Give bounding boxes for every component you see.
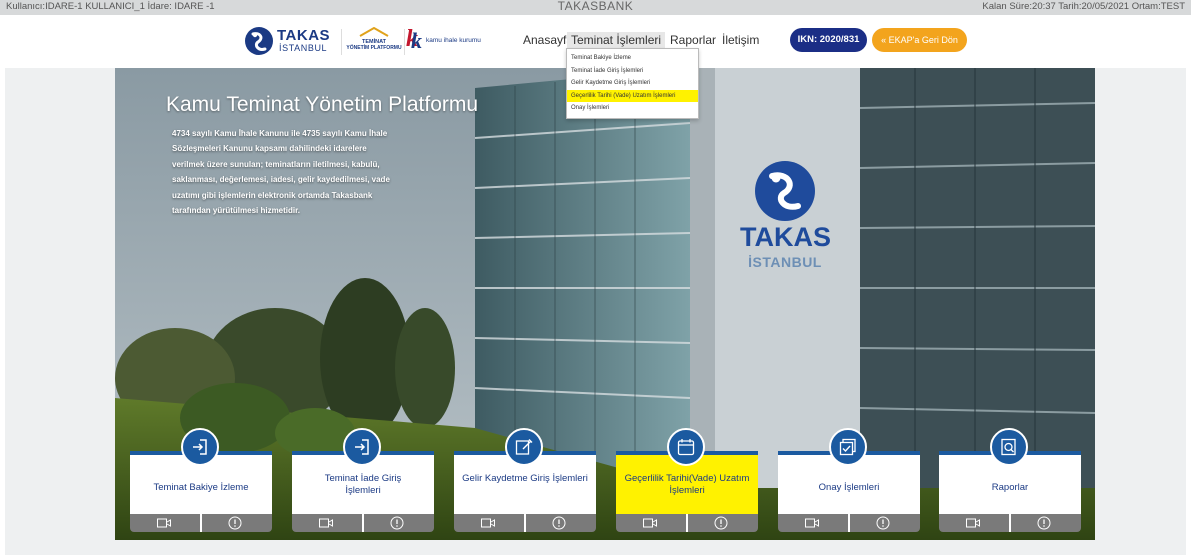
takas-istanbul-logo[interactable]: TAKAS İSTANBUL xyxy=(244,26,336,58)
kik-logo-k-blue: k xyxy=(411,28,422,53)
dropdown-item-teminat-iade[interactable]: Teminat İade Giriş İşlemleri xyxy=(567,65,698,78)
kik-logo-text: kamu ihale kurumu xyxy=(426,37,481,44)
card-icon-circle xyxy=(343,428,381,466)
calendar-icon xyxy=(677,439,695,456)
bar-divider xyxy=(686,514,688,532)
bar-divider xyxy=(200,514,202,532)
card-label: Teminat İade Giriş İşlemleri xyxy=(324,473,402,496)
info-icon[interactable] xyxy=(1037,516,1051,530)
building-takas-logo: TAKAS İSTANBUL xyxy=(740,160,831,280)
dropdown-item-gelir-kaydetme[interactable]: Gelir Kaydetme Giriş İşlemleri xyxy=(567,77,698,90)
card-action-bar xyxy=(616,514,758,532)
kamu-ihale-kurumu-logo[interactable]: k k kamu ihale kurumu xyxy=(406,26,486,53)
hero-description: 4734 sayılı Kamu İhale Kanunu ile 4735 s… xyxy=(172,129,390,216)
dropdown-item-teminat-bakiye[interactable]: Teminat Bakiye İzleme xyxy=(567,52,698,65)
takas-logo-mark-icon xyxy=(755,161,815,221)
card-vade-uzatim[interactable]: Geçerlilik Tarihi(Vade) Uzatım İşlemleri xyxy=(616,428,758,532)
takas-logo-line2: İSTANBUL xyxy=(279,43,328,53)
card-label: Teminat Bakiye İzleme xyxy=(153,482,249,493)
card-action-bar xyxy=(778,514,920,532)
video-camera-icon[interactable] xyxy=(481,518,495,528)
card-teminat-bakiye[interactable]: Teminat Bakiye İzleme xyxy=(130,428,272,532)
nav-teminat-islemleri[interactable]: Teminat İşlemleri xyxy=(567,32,666,48)
logo-divider xyxy=(404,29,405,55)
takas-logo-line1: TAKAS xyxy=(277,27,331,44)
roof-icon xyxy=(359,27,389,37)
ikn-button[interactable]: IKN: 2020/831 xyxy=(790,28,867,52)
takas-logo-mark-icon xyxy=(245,27,273,55)
info-icon[interactable] xyxy=(552,516,566,530)
ekap-back-button[interactable]: « EKAP'a Geri Dön xyxy=(872,28,967,52)
status-bar: Kullanıcı:IDARE-1 KULLANICI_1 İdare: IDA… xyxy=(0,0,1191,15)
session-info: Kalan Süre:20:37 Tarih:20/05/2021 Ortam:… xyxy=(982,1,1185,12)
info-icon[interactable] xyxy=(876,516,890,530)
card-icon-circle xyxy=(667,428,705,466)
video-camera-icon[interactable] xyxy=(966,518,980,528)
card-action-bar xyxy=(130,514,272,532)
video-camera-icon[interactable] xyxy=(805,518,819,528)
nav-home[interactable]: Anasayfa xyxy=(523,33,573,47)
card-icon-circle xyxy=(505,428,543,466)
card-label: Gelir Kaydetme Giriş İşlemleri xyxy=(462,473,588,484)
card-action-bar xyxy=(454,514,596,532)
bar-divider xyxy=(848,514,850,532)
hero-title: Kamu Teminat Yönetim Platformu xyxy=(166,93,479,116)
teminat-yonetim-platformu-logo[interactable]: TEMİNAT YÖNETİM PLATFORMU xyxy=(346,25,402,57)
nav-contact[interactable]: İletişim xyxy=(722,33,759,47)
card-action-bar xyxy=(292,514,434,532)
card-teminat-iade[interactable]: Teminat İade Giriş İşlemleri xyxy=(292,428,434,532)
bar-divider xyxy=(1009,514,1011,532)
info-icon[interactable] xyxy=(390,516,404,530)
card-icon-circle xyxy=(990,428,1028,466)
dropdown-item-vade-uzatim[interactable]: Geçerlilik Tarihi (Vade) Uzatım İşlemler… xyxy=(567,89,698,102)
bar-divider xyxy=(524,514,526,532)
card-label: Geçerlilik Tarihi(Vade) Uzatım İşlemleri xyxy=(624,473,750,496)
edit-icon xyxy=(515,439,533,455)
card-icon-circle xyxy=(829,428,867,466)
card-onay[interactable]: Onay İşlemleri xyxy=(778,428,920,532)
login-arrow-icon xyxy=(193,439,207,455)
info-icon[interactable] xyxy=(714,516,728,530)
building-logo-line1: TAKAS xyxy=(740,222,831,252)
logo-divider xyxy=(341,29,342,55)
video-camera-icon[interactable] xyxy=(319,518,333,528)
info-icon[interactable] xyxy=(228,516,242,530)
typ-logo-line2: YÖNETİM PLATFORMU xyxy=(346,45,402,51)
building-logo-line2: İSTANBUL xyxy=(748,254,822,270)
card-raporlar[interactable]: Raporlar xyxy=(939,428,1081,532)
login-arrow-icon xyxy=(355,439,369,455)
report-search-icon xyxy=(1001,438,1016,456)
video-camera-icon[interactable] xyxy=(157,518,171,528)
nav-reports[interactable]: Raporlar xyxy=(670,33,716,47)
dropdown-item-onay[interactable]: Onay İşlemleri xyxy=(567,102,698,115)
card-icon-circle xyxy=(181,428,219,466)
card-label: Raporlar xyxy=(991,482,1029,493)
card-label: Onay İşlemleri xyxy=(818,482,880,493)
bar-divider xyxy=(362,514,364,532)
card-action-bar xyxy=(939,514,1081,532)
card-gelir-kaydetme[interactable]: Gelir Kaydetme Giriş İşlemleri xyxy=(454,428,596,532)
video-camera-icon[interactable] xyxy=(643,518,657,528)
teminat-islemleri-dropdown: Teminat Bakiye İzleme Teminat İade Giriş… xyxy=(566,48,699,119)
approve-doc-icon xyxy=(839,438,856,456)
